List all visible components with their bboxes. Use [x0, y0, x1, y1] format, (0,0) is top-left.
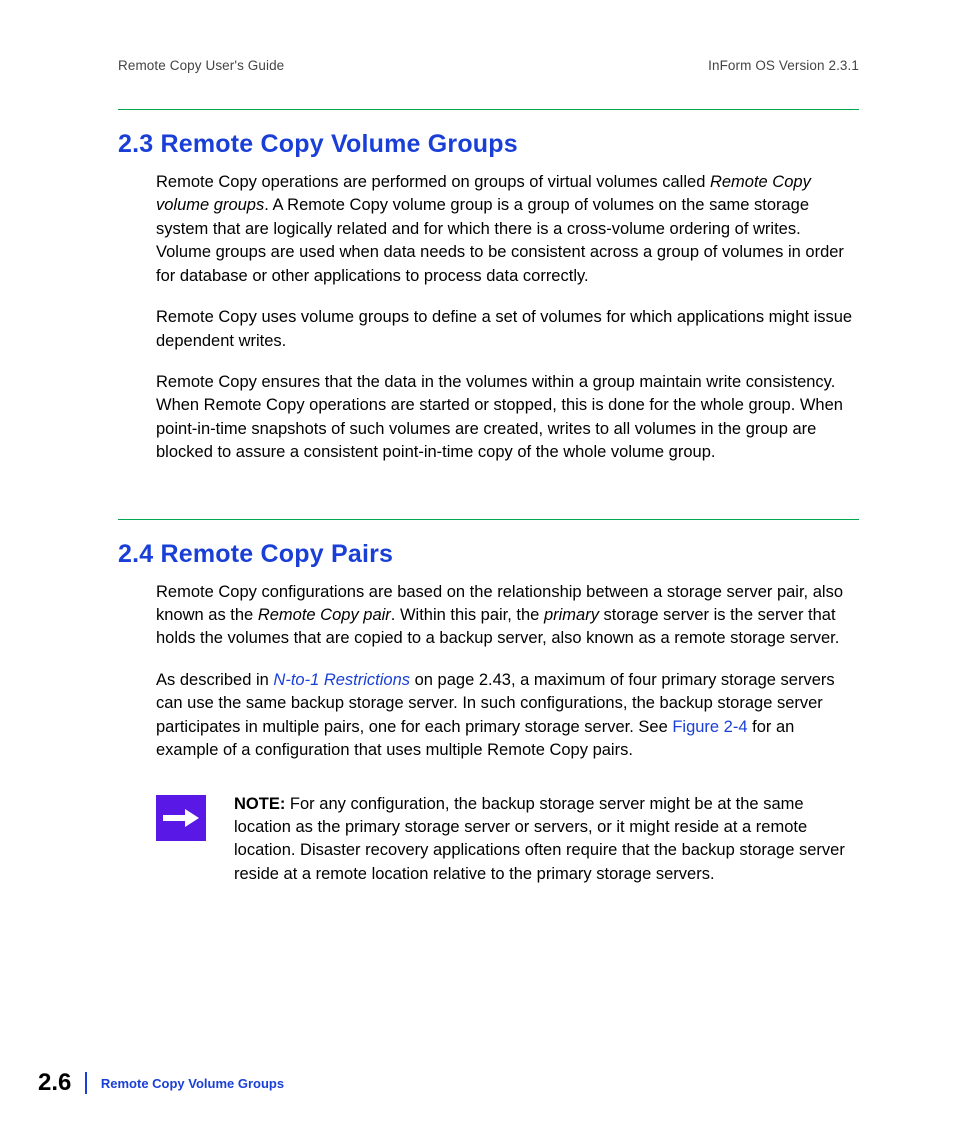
section-2-3-body: Remote Copy operations are performed on … [156, 171, 859, 465]
paragraph: Remote Copy operations are performed on … [156, 171, 859, 288]
link-figure-2-4[interactable]: Figure 2-4 [672, 718, 747, 736]
heading-2-3: 2.3 Remote Copy Volume Groups [118, 130, 859, 159]
page-header: Remote Copy User's Guide InForm OS Versi… [118, 58, 859, 73]
note-text: NOTE: For any configuration, the backup … [234, 793, 859, 887]
text: Remote Copy operations are performed on … [156, 173, 710, 191]
footer-section-title: Remote Copy Volume Groups [101, 1076, 284, 1091]
term-remote-copy-pair: Remote Copy pair [258, 606, 391, 624]
footer-divider [85, 1072, 87, 1094]
section-rule [118, 519, 859, 520]
paragraph: Remote Copy uses volume groups to define… [156, 306, 859, 353]
header-version: InForm OS Version 2.3.1 [708, 58, 859, 73]
heading-2-4: 2.4 Remote Copy Pairs [118, 540, 859, 569]
section-2-4-body: Remote Copy configurations are based on … [156, 581, 859, 763]
note-block: NOTE: For any configuration, the backup … [156, 793, 859, 887]
paragraph: Remote Copy configurations are based on … [156, 581, 859, 651]
footer-page-number: 2.6 [38, 1069, 85, 1097]
section-rule [118, 109, 859, 110]
note-body: For any configuration, the backup storag… [234, 795, 845, 883]
paragraph: As described in N-to-1 Restrictions on p… [156, 669, 859, 763]
paragraph: Remote Copy ensures that the data in the… [156, 371, 859, 465]
header-doc-title: Remote Copy User's Guide [118, 58, 284, 73]
text: . Within this pair, the [391, 606, 544, 624]
note-arrow-icon [156, 795, 206, 841]
note-label: NOTE: [234, 795, 285, 813]
term-primary: primary [544, 606, 599, 624]
text: As described in [156, 671, 273, 689]
document-page: Remote Copy User's Guide InForm OS Versi… [0, 0, 954, 1145]
link-nto1-restrictions[interactable]: N-to-1 Restrictions [273, 671, 410, 689]
page-footer: 2.6 Remote Copy Volume Groups [38, 1069, 284, 1097]
